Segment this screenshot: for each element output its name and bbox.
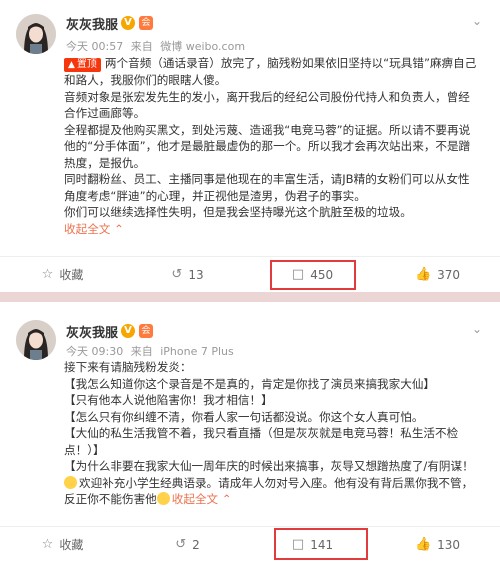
thumbs-up-icon: 👍 [414,267,432,282]
action-bar: ☆ 收藏 ↺ 13 □ 450 👍 370 [0,256,500,292]
quote-line: 【大仙的私生活我管不着，我只看直播（但是灰灰就是电竞马蓉！私生活不检点！）】 [64,426,459,457]
collapse-link[interactable]: 收起全文 [172,492,218,506]
collapse-icon[interactable]: ⌃ [218,492,232,506]
favorite-button[interactable]: ☆ 收藏 [0,257,125,292]
quote-line: 【只有他本人说他陷害你！我才相信！】 [64,393,273,407]
thumbs-up-icon: 👍 [414,537,432,552]
post-paragraph: 音频对象是张宏发先生的发小，离开我后的经纪公司股份代持人和负责人，曾经合作过画廊… [64,89,470,121]
quote-line: 欢迎补充小学生经典语录。请成年人勿对号入座。他有没有背后黑你我不管，反正你不能伤… [64,475,474,506]
repost-button[interactable]: ↺ 13 [125,257,250,292]
post-paragraph: 全程都提及他购买黑文，到处污蔑、造谣我“电竞马蓉”的证据。所以请不要再说他的“分… [64,122,471,170]
comment-highlight-box [270,260,356,290]
comment-highlight-box [274,528,368,560]
star-icon: ☆ [41,267,54,282]
post-time[interactable]: 今天 00:57 [66,40,123,53]
like-button[interactable]: 👍 370 [375,257,500,292]
weibo-post: 灰灰我服 V 会 ⌄ 今天 09:30 来自 iPhone 7 Plus 接下来… [0,302,500,562]
emoji-icon [156,492,170,505]
post-body: 接下来有请脑残粉发炎： 【我怎么知道你这个录音是不是真的，肯定是你找了演员来搞我… [64,359,478,508]
favorite-button[interactable]: ☆ 收藏 [0,527,125,562]
repost-icon: ↺ [171,267,183,282]
avatar[interactable] [16,320,56,360]
member-icon: 会 [139,16,153,30]
chevron-down-icon[interactable]: ⌄ [472,322,482,336]
post-paragraph: 你们可以继续选择性失明，但是我会坚持曝光这个肮脏至极的垃圾。 [64,205,412,219]
user-badges: V 会 [121,324,153,338]
emoji-icon [64,475,77,489]
post-intro: 接下来有请脑残粉发炎： [64,360,192,374]
post-body: ▲ 置顶 两个音频（通话录音）放完了，脑残粉如果依旧坚持以“玩具错”麻痹自己和路人，… [64,55,478,237]
username[interactable]: 灰灰我服 [66,322,118,341]
star-icon: ☆ [41,537,54,552]
post-meta: 今天 00:57 来自 微博 weibo.com [66,38,249,54]
post-meta: 今天 09:30 来自 iPhone 7 Plus [66,343,238,359]
pin-icon: ▲ [68,60,75,70]
repost-icon: ↺ [175,537,187,552]
quote-line: 【怎么只有你纠缠不清，你看人家一句话都没说。你这个女人真可怕。 [64,409,424,424]
post-source: iPhone 7 Plus [160,345,234,358]
chevron-down-icon[interactable]: ⌄ [472,14,482,28]
repost-button[interactable]: ↺ 2 [125,527,250,562]
pinned-tag: ▲ 置顶 [64,58,101,72]
user-badges: V 会 [121,16,153,30]
source-prefix: 来自 [130,40,153,53]
post-paragraph: ▲ 置顶 两个音频（通话录音）放完了，脑残粉如果依旧坚持以“玩具错”麻痹自己和路人，… [64,56,477,87]
verified-icon: V [121,16,135,30]
collapse-link[interactable]: 收起全文 [64,222,110,236]
weibo-post: 灰灰我服 V 会 ⌄ 今天 00:57 来自 微博 weibo.com ▲ 置顶两… [0,0,500,292]
action-bar: ☆ 收藏 ↺ 2 □ 141 👍 130 [0,526,500,562]
quote-line: 【我怎么知道你这个录音是不是真的，肯定是你找了演员来搞我家大仙】 [64,376,436,391]
collapse-icon[interactable]: ⌃ [110,222,124,236]
member-icon: 会 [139,324,153,338]
verified-icon: V [121,324,135,338]
avatar[interactable] [16,14,56,54]
username[interactable]: 灰灰我服 [66,14,118,33]
post-source: 微博 weibo.com [160,40,246,53]
like-button[interactable]: 👍 130 [375,527,500,562]
source-prefix: 来自 [130,345,153,358]
post-time[interactable]: 今天 09:30 [66,345,123,358]
quote-line: 【为什么非要在我家大仙一周年庆的时候出来搞事，灰导又想蹭热度了/有阴谋！ [64,459,474,473]
post-paragraph: 同时翻粉丝、员工、主播同事是他现在的丰富生活，请JB精的女粉们可以从女性角度考虑… [64,172,470,203]
